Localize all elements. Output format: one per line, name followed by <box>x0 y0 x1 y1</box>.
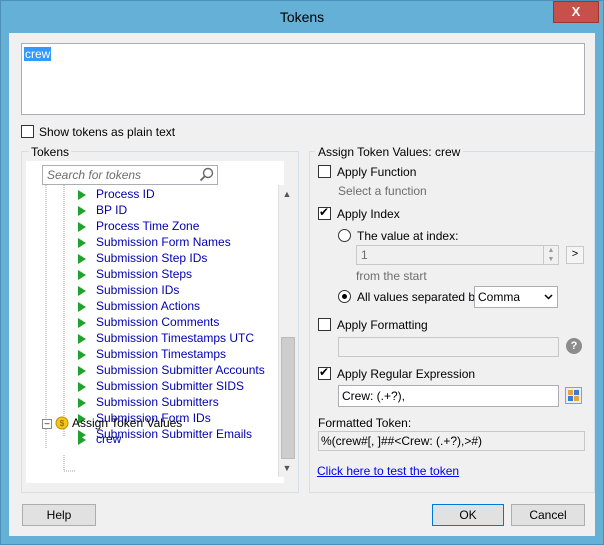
apply-formatting-checkbox[interactable] <box>318 318 331 331</box>
formatted-token-value: %(crew#[, ]##<Crew: (.+?),>#) <box>321 434 483 448</box>
show-plain-text-checkbox[interactable] <box>21 125 34 138</box>
search-icon[interactable] <box>199 167 214 182</box>
tokens-group-title: Tokens <box>29 145 72 159</box>
token-arrow-icon <box>78 222 86 232</box>
index-value: 1 <box>361 248 368 262</box>
tree-item-label: Submission IDs <box>96 283 180 297</box>
token-arrow-icon <box>78 286 86 296</box>
chevron-down-icon <box>544 294 553 300</box>
value-at-index-radio[interactable] <box>338 229 351 242</box>
group-expander[interactable]: – <box>42 419 52 429</box>
regex-builder-icon[interactable] <box>565 387 582 404</box>
assign-token-values-node[interactable]: Assign Token Values <box>72 416 182 430</box>
tree-item-label: Submission Steps <box>96 267 193 281</box>
tree-item-label: Submission Form Names <box>96 235 231 249</box>
search-placeholder: Search for tokens <box>47 168 142 182</box>
token-arrow-icon <box>78 435 86 445</box>
all-values-label: All values separated by: <box>357 290 485 304</box>
tree-item-label: BP ID <box>96 203 128 217</box>
tree-item-label: Submission Timestamps UTC <box>96 331 255 345</box>
scroll-up-icon[interactable]: ▲ <box>280 187 294 201</box>
tree-item-label: Submission Actions <box>96 299 201 313</box>
title-bar: Tokens X <box>1 1 603 33</box>
apply-formatting-label: Apply Formatting <box>337 318 428 332</box>
token-arrow-icon <box>78 302 86 312</box>
show-plain-text-label: Show tokens as plain text <box>39 125 176 139</box>
formatted-token-field: %(crew#[, ]##<Crew: (.+?),>#) <box>318 431 585 451</box>
token-group-icon: $ <box>55 416 69 430</box>
tree-item-label: Submission Timestamps <box>96 347 227 361</box>
regex-value: Crew: (.+?), <box>342 389 406 403</box>
search-input[interactable]: Search for tokens <box>42 165 218 185</box>
value-at-index-label: The value at index: <box>357 229 459 243</box>
token-arrow-icon <box>78 350 86 360</box>
token-arrow-icon <box>78 318 86 328</box>
dialog-body: crew Show tokens as plain text Tokens Se… <box>9 33 595 536</box>
token-arrow-icon <box>78 254 86 264</box>
tree-item-label: Process Time Zone <box>96 219 200 233</box>
scroll-down-icon[interactable]: ▼ <box>280 461 294 475</box>
regex-input[interactable]: Crew: (.+?), <box>338 385 559 407</box>
index-spinner[interactable]: ▲ ▼ <box>543 246 558 264</box>
tree-item-label: crew <box>96 432 122 446</box>
tree-item-label: Submission Submitter SIDS <box>96 379 245 393</box>
token-arrow-icon <box>78 238 86 248</box>
index-value-field[interactable]: 1 ▲ ▼ <box>356 245 559 265</box>
scroll-thumb[interactable] <box>281 337 295 459</box>
token-text-selection: crew <box>24 47 52 61</box>
token-arrow-icon <box>78 398 86 408</box>
separator-value: Comma <box>478 290 521 304</box>
cancel-button[interactable]: Cancel <box>511 504 585 526</box>
apply-index-label: Apply Index <box>337 207 400 221</box>
ok-button[interactable]: OK <box>432 504 504 526</box>
token-arrow-icon <box>78 190 86 200</box>
window-title: Tokens <box>279 9 325 25</box>
token-arrow-icon <box>78 334 86 344</box>
token-arrow-icon <box>78 206 86 216</box>
tree-item-label: Submission Step IDs <box>96 251 208 265</box>
index-more-button[interactable]: > <box>566 246 584 264</box>
close-button[interactable]: X <box>553 1 599 23</box>
help-button[interactable]: Help <box>22 504 96 526</box>
apply-function-label: Apply Function <box>337 165 417 179</box>
tree-scrollbar[interactable]: ▲ ▼ <box>278 185 295 477</box>
token-tree: Search for tokens Process ID BP ID Process… <box>26 161 295 483</box>
separator-select[interactable]: Comma <box>474 286 558 308</box>
tree-item-label: Submission Submitters <box>96 395 219 409</box>
formatting-field[interactable] <box>338 337 559 357</box>
token-text-area[interactable]: crew <box>21 43 585 115</box>
token-arrow-icon <box>78 382 86 392</box>
help-icon[interactable]: ? <box>566 338 582 354</box>
assign-group-title: Assign Token Values: crew <box>315 145 464 159</box>
svg-text:$: $ <box>60 419 65 428</box>
tokens-dialog: Tokens X crew Show tokens as plain text … <box>0 0 604 545</box>
tree-guide-lines <box>45 185 76 472</box>
apply-function-hint: Select a function <box>338 184 427 198</box>
apply-function-checkbox[interactable] <box>318 165 331 178</box>
tree-item-label: Process ID <box>96 187 155 201</box>
token-arrow-icon <box>78 366 86 376</box>
apply-regex-label: Apply Regular Expression <box>337 367 476 381</box>
apply-index-checkbox[interactable] <box>318 205 331 220</box>
formatted-token-label: Formatted Token: <box>318 416 412 430</box>
tree-item-label: Submission Submitter Accounts <box>96 363 265 377</box>
tree-item-label: Submission Comments <box>96 315 220 329</box>
test-token-link[interactable]: Click here to test the token <box>317 464 459 478</box>
token-arrow-icon <box>78 270 86 280</box>
apply-regex-checkbox[interactable] <box>318 365 331 380</box>
index-hint: from the start <box>356 269 427 283</box>
all-values-radio[interactable] <box>338 290 351 303</box>
